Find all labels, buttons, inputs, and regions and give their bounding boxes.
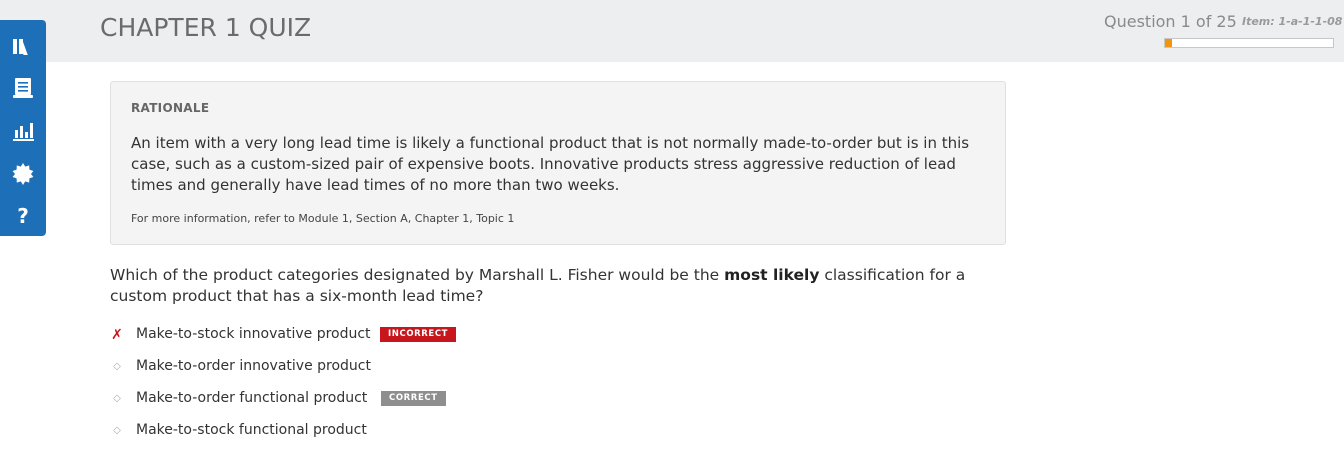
notebook-icon bbox=[13, 78, 33, 98]
progress-bar-fill bbox=[1165, 39, 1172, 47]
page-title: CHAPTER 1 QUIZ bbox=[100, 13, 312, 42]
answer-option[interactable]: ◇ Make-to-stock functional product bbox=[110, 418, 530, 442]
sidebar-item-settings[interactable] bbox=[0, 154, 46, 194]
answer-option[interactable]: ◇ Make-to-order functional product CORRE… bbox=[110, 386, 530, 410]
incorrect-x-icon: ✗ bbox=[111, 325, 123, 342]
question-counter: Question 1 of 25 bbox=[1104, 12, 1237, 31]
help-icon: ? bbox=[17, 204, 29, 228]
sidebar-item-reports[interactable] bbox=[0, 111, 46, 151]
sidebar-item-help[interactable]: ? bbox=[0, 196, 46, 236]
header-bar: CHAPTER 1 QUIZ Question 1 of 25 Item: 1-… bbox=[0, 0, 1344, 62]
answer-option[interactable]: ◇ Make-to-order innovative product bbox=[110, 354, 530, 378]
rationale-reference: For more information, refer to Module 1,… bbox=[131, 212, 515, 225]
diamond-bullet-icon: ◇ bbox=[113, 392, 121, 404]
question-prefix: Which of the product categories designat… bbox=[110, 266, 725, 284]
rationale-text: An item with a very long lead time is li… bbox=[131, 134, 970, 194]
bar-chart-icon bbox=[13, 123, 34, 141]
item-id: Item: 1-a-1-1-08 bbox=[1242, 15, 1343, 28]
diamond-bullet-icon: ◇ bbox=[113, 424, 121, 436]
answer-label: Make-to-stock functional product bbox=[136, 422, 367, 438]
answer-option[interactable]: ✗ Make-to-stock innovative product INCOR… bbox=[110, 322, 530, 346]
settings-badge-icon bbox=[12, 163, 34, 185]
diamond-bullet-icon: ◇ bbox=[113, 360, 121, 372]
progress-bar bbox=[1164, 38, 1334, 48]
rationale-heading: RATIONALE bbox=[131, 101, 210, 115]
rationale-panel: RATIONALE An item with a very long lead … bbox=[110, 81, 1006, 245]
incorrect-badge: INCORRECT bbox=[380, 326, 457, 342]
answer-label: Make-to-order innovative product bbox=[136, 358, 371, 374]
sidebar: ? bbox=[0, 20, 46, 236]
sidebar-item-library[interactable] bbox=[0, 26, 46, 66]
books-icon bbox=[13, 39, 28, 55]
correct-badge: CORRECT bbox=[381, 390, 446, 406]
question-text: Which of the product categories designat… bbox=[110, 265, 1010, 307]
question-emphasis: most likely bbox=[724, 266, 820, 284]
answer-label: Make-to-order functional product bbox=[136, 390, 368, 406]
sidebar-item-notes[interactable] bbox=[0, 68, 46, 108]
answer-label: Make-to-stock innovative product bbox=[136, 326, 371, 342]
